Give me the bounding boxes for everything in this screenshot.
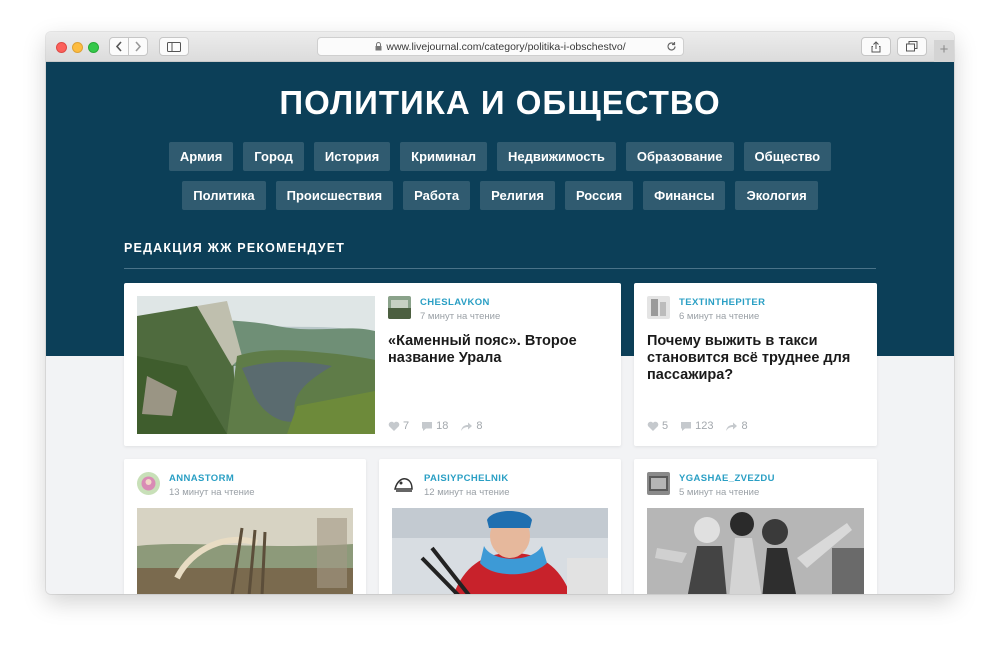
reposts[interactable]: 8 bbox=[725, 420, 748, 432]
likes-count: 5 bbox=[662, 420, 669, 432]
forward-button[interactable] bbox=[128, 37, 148, 56]
tags-row-1: Армия Город История Криминал Недвижимост… bbox=[46, 142, 954, 171]
featured-post-card[interactable]: TEXTINTHEPITER 6 минут на чтение Почему … bbox=[634, 283, 877, 446]
read-time: 13 минут на чтение bbox=[169, 487, 255, 498]
url-text: www.livejournal.com/category/politika-i-… bbox=[386, 40, 626, 53]
likes[interactable]: 7 bbox=[388, 420, 409, 432]
share-icon bbox=[871, 40, 881, 52]
sidebar-icon bbox=[167, 41, 181, 52]
reposts-count: 8 bbox=[476, 420, 483, 432]
post-title-line: становится всё труднее для bbox=[647, 350, 851, 366]
post-title-line: пассажира? bbox=[647, 367, 734, 383]
featured-post-card[interactable]: CHESLAVKON 7 минут на чтение «Каменный п… bbox=[124, 283, 621, 446]
heart-icon bbox=[388, 421, 400, 431]
tag-politics[interactable]: Политика bbox=[182, 181, 266, 210]
tag-real-estate[interactable]: Недвижимость bbox=[496, 142, 616, 171]
post-title[interactable]: Почему выжить в такси становится всё тру… bbox=[647, 333, 869, 384]
tags-row-2: Политика Происшествия Работа Религия Рос… bbox=[46, 181, 954, 210]
tag-history[interactable]: История bbox=[313, 142, 391, 171]
tag-society[interactable]: Общество bbox=[743, 142, 832, 171]
back-button[interactable] bbox=[109, 37, 129, 56]
avatar[interactable] bbox=[137, 472, 160, 495]
lock-icon bbox=[375, 42, 382, 51]
minimize-window-button[interactable] bbox=[72, 42, 83, 53]
tag-religion[interactable]: Религия bbox=[480, 181, 555, 210]
likes[interactable]: 5 bbox=[647, 420, 668, 432]
browser-toolbar: www.livejournal.com/category/politika-i-… bbox=[46, 32, 954, 62]
author-name[interactable]: ANNASTORM bbox=[169, 473, 234, 484]
read-time: 6 минут на чтение bbox=[679, 311, 760, 322]
post-card[interactable]: YGASHAE_ZVEZDU 5 минут на чтение bbox=[634, 459, 877, 594]
repost-icon bbox=[461, 422, 473, 431]
new-tab-button[interactable]: + bbox=[934, 40, 954, 62]
show-tabs-button[interactable] bbox=[897, 37, 927, 56]
chevron-left-icon bbox=[115, 41, 122, 52]
post-title[interactable]: «Каменный пояс». Второе название Урала bbox=[388, 333, 608, 367]
post-title-line: «Каменный пояс». Второе bbox=[388, 333, 577, 349]
heart-icon bbox=[647, 421, 659, 431]
browser-window: www.livejournal.com/category/politika-i-… bbox=[46, 32, 954, 594]
likes-count: 7 bbox=[403, 420, 410, 432]
post-title-line: Почему выжить в такси bbox=[647, 333, 818, 349]
tag-ecology[interactable]: Экология bbox=[735, 181, 818, 210]
chevron-right-icon bbox=[135, 41, 142, 52]
read-time: 12 минут на чтение bbox=[424, 487, 510, 498]
post-image-skier[interactable] bbox=[392, 508, 608, 594]
post-card[interactable]: PAISIYPCHELNIK 12 минут на чтение bbox=[379, 459, 621, 594]
section-divider bbox=[124, 268, 876, 269]
tag-russia[interactable]: Россия bbox=[564, 181, 634, 210]
category-title: ПОЛИТИКА И ОБЩЕСТВО bbox=[279, 84, 721, 121]
page-content: ПОЛИТИКА И ОБЩЕСТВО Армия Город История … bbox=[46, 62, 954, 594]
tabs-icon bbox=[906, 41, 918, 52]
tag-education[interactable]: Образование bbox=[625, 142, 734, 171]
address-bar[interactable]: www.livejournal.com/category/politika-i-… bbox=[317, 37, 684, 56]
author-name[interactable]: YGASHAE_ZVEZDU bbox=[679, 473, 775, 484]
post-image-retro-photo[interactable] bbox=[647, 508, 864, 594]
comments-count: 18 bbox=[436, 420, 449, 432]
tag-incidents[interactable]: Происшествия bbox=[275, 181, 394, 210]
tag-crime[interactable]: Криминал bbox=[400, 142, 487, 171]
reposts-count: 8 bbox=[741, 420, 748, 432]
author-name[interactable]: CHESLAVKON bbox=[420, 297, 490, 308]
post-image-mammoth-skeleton[interactable] bbox=[137, 508, 353, 594]
comments-count: 123 bbox=[695, 420, 714, 432]
reposts[interactable]: 8 bbox=[460, 420, 483, 432]
post-stats: 7 18 8 bbox=[388, 420, 483, 432]
close-window-button[interactable] bbox=[56, 42, 67, 53]
author-name[interactable]: PAISIYPCHELNIK bbox=[424, 473, 509, 484]
tag-city[interactable]: Город bbox=[243, 142, 304, 171]
post-image-river-landscape[interactable] bbox=[137, 296, 375, 434]
tag-work[interactable]: Работа bbox=[403, 181, 471, 210]
sidebar-toggle-button[interactable] bbox=[159, 37, 189, 56]
comment-icon bbox=[681, 421, 692, 431]
avatar[interactable] bbox=[647, 296, 670, 319]
share-button[interactable] bbox=[861, 37, 891, 56]
tag-finance[interactable]: Финансы bbox=[643, 181, 726, 210]
author-name[interactable]: TEXTINTHEPITER bbox=[679, 297, 765, 308]
section-title: РЕДАКЦИЯ ЖЖ РЕКОМЕНДУЕТ bbox=[124, 241, 346, 255]
comments[interactable]: 123 bbox=[680, 420, 713, 432]
post-title-line: название Урала bbox=[388, 350, 502, 366]
tag-army[interactable]: Армия bbox=[168, 142, 234, 171]
zoom-window-button[interactable] bbox=[88, 42, 99, 53]
reload-icon[interactable] bbox=[666, 41, 677, 52]
avatar[interactable] bbox=[388, 296, 411, 319]
read-time: 5 минут на чтение bbox=[679, 487, 760, 498]
avatar[interactable] bbox=[392, 472, 415, 495]
comment-icon bbox=[422, 421, 433, 431]
post-card[interactable]: ANNASTORM 13 минут на чтение bbox=[124, 459, 366, 594]
comments[interactable]: 18 bbox=[421, 420, 448, 432]
read-time: 7 минут на чтение bbox=[420, 311, 501, 322]
avatar[interactable] bbox=[647, 472, 670, 495]
post-stats: 5 123 8 bbox=[647, 420, 748, 432]
repost-icon bbox=[726, 422, 738, 431]
